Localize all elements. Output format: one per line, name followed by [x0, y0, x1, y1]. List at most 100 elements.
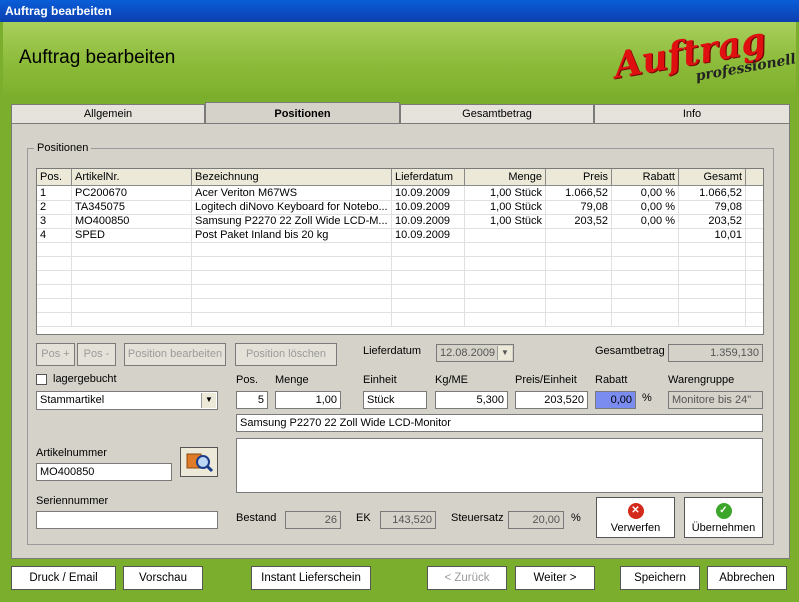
- table-row[interactable]: [37, 298, 763, 313]
- speichern-button[interactable]: Speichern: [620, 566, 700, 590]
- table-cell: [465, 298, 546, 312]
- tab-info[interactable]: Info: [594, 104, 790, 124]
- col-header-lieferdatum[interactable]: Lieferdatum: [392, 169, 465, 185]
- table-row[interactable]: 4 SPED Post Paket Inland bis 20 kg 10.09.20…: [37, 228, 763, 243]
- table-cell: [679, 270, 746, 284]
- artikelnummer-field[interactable]: MO400850: [36, 463, 172, 481]
- pos-field[interactable]: 5: [236, 391, 268, 409]
- table-cell: [612, 312, 679, 326]
- position-delete-button[interactable]: Position löschen: [235, 343, 337, 366]
- table-cell: [72, 270, 192, 284]
- seriennummer-field[interactable]: [36, 511, 218, 529]
- position-edit-button[interactable]: Position bearbeiten: [124, 343, 226, 366]
- druck-email-button[interactable]: Druck / Email: [11, 566, 116, 590]
- lagergebucht-label: lagergebucht: [53, 373, 117, 385]
- table-cell: [546, 270, 612, 284]
- steuersatz-label: Steuersatz: [451, 512, 504, 524]
- table-cell: [192, 256, 392, 270]
- table-cell: [679, 256, 746, 270]
- accept-button[interactable]: ✓ Übernehmen: [684, 497, 763, 538]
- table-row[interactable]: 3 MO400850 Samsung P2270 22 Zoll Wide LCD-…: [37, 214, 763, 229]
- page-title: Auftrag bearbeiten: [19, 47, 176, 68]
- magnifier-icon: [186, 453, 214, 473]
- table-cell: Acer Veriton M67WS: [192, 186, 392, 200]
- table-cell: 10,01: [679, 228, 746, 242]
- table-cell: [72, 298, 192, 312]
- table-cell: 1,00 Stück: [465, 214, 546, 228]
- abbrechen-button[interactable]: Abbrechen: [707, 566, 787, 590]
- table-cell: [392, 284, 465, 298]
- table-cell: [465, 228, 546, 242]
- chevron-down-icon[interactable]: ▼: [497, 346, 512, 360]
- table-cell: [679, 298, 746, 312]
- table-row[interactable]: [37, 242, 763, 257]
- discard-button[interactable]: ✕ Verwerfen: [596, 497, 675, 538]
- table-cell: [612, 242, 679, 256]
- lagergebucht-checkbox[interactable]: [36, 374, 47, 385]
- pos-minus-button[interactable]: Pos -: [77, 343, 116, 366]
- table-cell: [546, 242, 612, 256]
- table-row[interactable]: 1 PC200670 Acer Veriton M67WS 10.09.2009 1,0…: [37, 186, 763, 201]
- col-header-pos[interactable]: Pos.: [37, 169, 72, 185]
- pos-plus-button[interactable]: Pos +: [36, 343, 75, 366]
- beschreibung-textarea[interactable]: [236, 438, 763, 493]
- table-cell: [37, 298, 72, 312]
- table-row[interactable]: 2 TA345075 Logitech diNovo Keyboard for No…: [37, 200, 763, 215]
- gesamtbetrag-label: Gesamtbetrag: [595, 345, 665, 357]
- table-cell: 0,00 %: [612, 200, 679, 214]
- artikel-search-button[interactable]: [180, 447, 218, 477]
- table-cell: SPED: [72, 228, 192, 242]
- table-cell: [392, 256, 465, 270]
- artikeltyp-value: Stammartikel: [40, 394, 105, 406]
- table-cell: 3: [37, 214, 72, 228]
- rabatt-unit: %: [642, 392, 652, 404]
- col-header-artikelnr[interactable]: ArtikelNr.: [72, 169, 192, 185]
- kgme-field[interactable]: 5,300: [435, 391, 508, 409]
- vorschau-button[interactable]: Vorschau: [123, 566, 203, 590]
- brand-logo: Auftrag professionell: [611, 19, 798, 90]
- lieferdatum-field[interactable]: 12.08.2009 ▼: [436, 344, 514, 362]
- table-cell: 1.066,52: [546, 186, 612, 200]
- rabatt-field[interactable]: 0,00: [595, 391, 636, 409]
- weiter-button[interactable]: Weiter >: [515, 566, 595, 590]
- table-cell: MO400850: [72, 214, 192, 228]
- check-circle-green-icon: ✓: [715, 503, 732, 519]
- table-cell: [392, 270, 465, 284]
- table-cell: 2: [37, 200, 72, 214]
- table-row[interactable]: [37, 312, 763, 327]
- menge-field[interactable]: 1,00: [275, 391, 341, 409]
- artikeltyp-select[interactable]: Stammartikel ▼: [36, 391, 218, 410]
- positions-table[interactable]: Pos. ArtikelNr. Bezeichnung Lieferdatum …: [36, 168, 764, 335]
- col-header-gesamt[interactable]: Gesamt: [679, 169, 746, 185]
- col-header-bezeichnung[interactable]: Bezeichnung: [192, 169, 392, 185]
- table-cell: 10.09.2009: [392, 200, 465, 214]
- table-cell: [192, 312, 392, 326]
- tab-bar: Allgemein Positionen Gesamtbetrag Info: [11, 102, 790, 125]
- tab-gesamtbetrag[interactable]: Gesamtbetrag: [400, 104, 594, 124]
- discard-label: Verwerfen: [610, 522, 661, 534]
- window-title: Auftrag bearbeiten: [5, 4, 112, 18]
- table-cell: [72, 256, 192, 270]
- instant-lieferschein-button[interactable]: Instant Lieferschein: [251, 566, 371, 590]
- zurueck-button[interactable]: < Zurück: [427, 566, 507, 590]
- table-row[interactable]: [37, 270, 763, 285]
- artikelnummer-label: Artikelnummer: [36, 447, 107, 459]
- chevron-down-icon[interactable]: ▼: [201, 393, 216, 408]
- col-header-preis[interactable]: Preis: [546, 169, 612, 185]
- table-cell: [546, 228, 612, 242]
- tab-positionen[interactable]: Positionen: [205, 102, 400, 125]
- table-cell: [72, 312, 192, 326]
- einheit-field[interactable]: Stück: [363, 391, 427, 409]
- bezeichnung-field[interactable]: Samsung P2270 22 Zoll Wide LCD-Monitor: [236, 414, 763, 432]
- col-header-menge[interactable]: Menge: [465, 169, 546, 185]
- table-row[interactable]: [37, 284, 763, 299]
- logo-main-text: Auftrag: [610, 18, 770, 88]
- kgme-label: Kg/ME: [435, 374, 469, 386]
- preis-field[interactable]: 203,520: [515, 391, 588, 409]
- tab-allgemein[interactable]: Allgemein: [11, 104, 205, 124]
- group-label: Positionen: [34, 142, 92, 154]
- einheit-label: Einheit: [363, 374, 397, 386]
- col-header-rabatt[interactable]: Rabatt: [612, 169, 679, 185]
- table-cell: 10.09.2009: [392, 186, 465, 200]
- table-row[interactable]: [37, 256, 763, 271]
